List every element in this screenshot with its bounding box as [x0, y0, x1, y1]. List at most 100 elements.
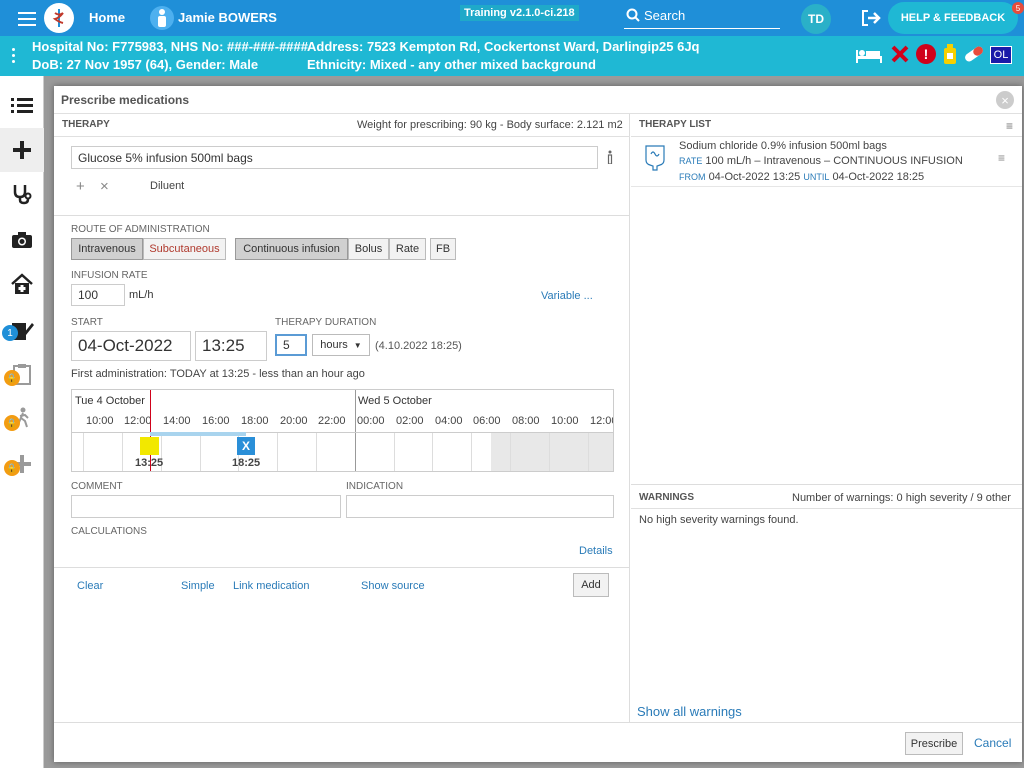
user-avatar[interactable]: TD — [801, 4, 831, 34]
duration-label: THERAPY DURATION — [275, 317, 377, 328]
duration-end-text: (4.10.2022 18:25) — [375, 340, 462, 352]
simple-link[interactable]: Simple — [181, 580, 215, 592]
ol-badge[interactable]: OL — [990, 46, 1012, 64]
timeline: Tue 4 October Wed 5 October 10:00 12:00 … — [71, 389, 614, 472]
infusion-rate-unit: mL/h — [129, 289, 154, 301]
show-all-warnings-link[interactable]: Show all warnings — [637, 704, 742, 719]
logout-icon[interactable] — [860, 8, 882, 31]
add-diluent-icon[interactable]: + — [76, 178, 85, 195]
mode-continuous-button[interactable]: Continuous infusion — [235, 238, 348, 260]
route-intravenous-button[interactable]: Intravenous — [71, 238, 143, 260]
add-button[interactable]: Add — [573, 573, 609, 597]
divider — [54, 136, 630, 137]
camera-icon[interactable] — [0, 218, 44, 262]
therapy-list-item[interactable]: Sodium chloride 0.9% infusion 500ml bags… — [631, 137, 1022, 187]
end-marker-label: 18:25 — [232, 457, 261, 469]
home-medical-icon[interactable] — [0, 262, 44, 306]
route-label: ROUTE OF ADMINISTRATION — [71, 224, 210, 235]
therapy-panel: THERAPY Weight for prescribing: 90 kg - … — [54, 114, 630, 722]
link-medication-link[interactable]: Link medication — [233, 580, 309, 592]
patient-address: Address: 7523 Kempton Rd, Cockertonst Wa… — [307, 39, 700, 54]
bottle-icon[interactable] — [943, 43, 957, 68]
patient-name[interactable]: Jamie BOWERS — [178, 10, 277, 25]
add-icon[interactable] — [0, 128, 44, 172]
comment-input[interactable] — [71, 495, 341, 518]
infusion-duration-bar — [150, 432, 246, 436]
warnings-panel: WARNINGS Number of warnings: 0 high seve… — [631, 484, 1022, 722]
duration-input[interactable]: 5 — [275, 334, 307, 356]
hour-label: 08:00 — [512, 415, 540, 427]
search-box[interactable]: Search — [624, 5, 780, 29]
show-source-link[interactable]: Show source — [361, 580, 425, 592]
warning-exclamation-icon[interactable]: ! — [916, 44, 936, 64]
rate-label: RATE — [679, 156, 703, 166]
duration-unit-select[interactable]: hours ▼ — [312, 334, 370, 356]
left-sidebar: 1 🔒 🔒 🔒 — [0, 76, 44, 768]
therapy-item-menu-icon[interactable]: ≡ — [998, 151, 1005, 165]
start-date-value: 04-Oct-2022 — [78, 336, 173, 355]
search-icon — [626, 8, 640, 22]
patient-ids: Hospital No: F775983, NHS No: ###-###-##… — [32, 39, 308, 54]
start-time-input[interactable]: 13:25 — [195, 331, 267, 361]
warnings-count: Number of warnings: 0 high severity / 9 … — [792, 492, 1011, 504]
first-admin-text: First administration: TODAY at 13:25 - l… — [71, 368, 365, 380]
mode-bolus-button[interactable]: Bolus — [348, 238, 389, 260]
indication-input[interactable] — [346, 495, 614, 518]
home-link[interactable]: Home — [89, 10, 125, 25]
mode-rate-button[interactable]: Rate — [389, 238, 426, 260]
start-label: START — [71, 317, 103, 328]
cancel-button[interactable]: Cancel — [974, 736, 1011, 750]
patient-avatar-icon — [150, 6, 174, 30]
therapy-list-menu-icon[interactable]: ≡ — [1006, 119, 1013, 133]
build-badge: Training v2.1.0-ci.218 — [460, 5, 579, 21]
lock-icon: 🔒 — [4, 415, 20, 431]
top-bar: Home Jamie BOWERS Training v2.1.0-ci.218… — [0, 0, 1024, 36]
hour-label: 20:00 — [280, 415, 308, 427]
hour-label: 10:00 — [86, 415, 114, 427]
list-icon[interactable] — [0, 84, 44, 128]
start-date-input[interactable]: 04-Oct-2022 — [71, 331, 191, 361]
remove-diluent-icon[interactable]: × — [100, 178, 109, 195]
prescribe-button[interactable]: Prescribe — [905, 732, 963, 755]
menu-icon[interactable] — [18, 10, 36, 26]
therapy-header: THERAPY — [62, 119, 110, 130]
close-icon[interactable]: × — [996, 91, 1014, 109]
stethoscope-icon[interactable] — [0, 172, 44, 216]
infusion-bag-icon — [643, 144, 667, 175]
hour-label: 04:00 — [435, 415, 463, 427]
medication-value: Glucose 5% infusion 500ml bags — [78, 150, 253, 165]
route-subcutaneous-button[interactable]: Subcutaneous — [143, 238, 226, 260]
search-label: Search — [644, 8, 686, 23]
help-notification-badge: 5 — [1012, 2, 1024, 14]
bed-icon[interactable] — [855, 46, 883, 67]
start-time-value: 13:25 — [202, 336, 245, 355]
therapy-item-dates-row: FROM 04-Oct-2022 13:25 UNTIL 04-Oct-2022… — [679, 171, 924, 183]
app-logo-icon[interactable] — [44, 3, 74, 33]
details-link[interactable]: Details — [579, 545, 613, 557]
medication-info-icon[interactable] — [606, 150, 614, 167]
start-marker-label: 13:25 — [135, 457, 164, 469]
until-label: UNTIL — [803, 172, 830, 182]
end-marker[interactable]: X — [237, 437, 255, 455]
duration-unit-value: hours — [320, 339, 348, 351]
infusion-rate-input[interactable]: 100 — [71, 284, 125, 306]
hour-label: 18:00 — [241, 415, 269, 427]
timeline-day2: Wed 5 October — [358, 395, 432, 407]
help-feedback-label: HELP & FEEDBACK — [900, 12, 1006, 24]
variable-link[interactable]: Variable ... — [541, 290, 593, 302]
mode-fb-button[interactable]: FB — [430, 238, 456, 260]
therapy-list-header: THERAPY LIST — [639, 119, 712, 130]
patient-info-bar: Hospital No: F775983, NHS No: ###-###-##… — [0, 36, 1024, 76]
cross-alert-icon[interactable] — [890, 44, 910, 67]
patient-dob: DoB: 27 Nov 1957 (64), Gender: Male — [32, 57, 259, 72]
medication-input[interactable]: Glucose 5% infusion 500ml bags — [71, 146, 598, 169]
more-vert-icon[interactable] — [12, 48, 16, 63]
pill-icon[interactable] — [962, 45, 986, 66]
start-marker[interactable] — [140, 437, 159, 455]
help-feedback-button[interactable]: HELP & FEEDBACK — [888, 2, 1018, 34]
weight-text: Weight for prescribing: 90 kg - Body sur… — [357, 119, 623, 131]
duration-value: 5 — [283, 338, 290, 352]
calculations-label: CALCULATIONS — [71, 526, 147, 537]
clear-link[interactable]: Clear — [77, 580, 103, 592]
from-label: FROM — [679, 172, 706, 182]
